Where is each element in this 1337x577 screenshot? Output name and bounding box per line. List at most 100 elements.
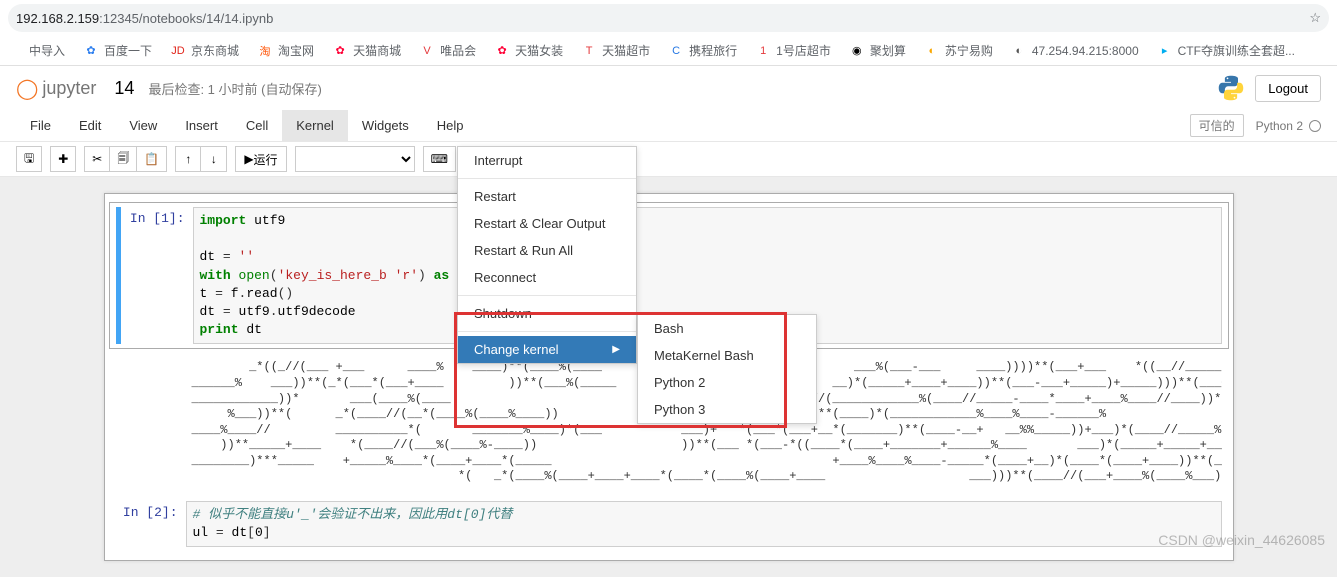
python-icon bbox=[1217, 74, 1245, 102]
run-button[interactable]: ▶ 运行 bbox=[235, 146, 286, 172]
submenu-python-3[interactable]: Python 3 bbox=[638, 396, 816, 423]
address-bar[interactable]: 192.168.2.159:12345/notebooks/14/14.ipyn… bbox=[8, 4, 1329, 32]
kernel-name-text: Python 2 bbox=[1256, 119, 1303, 133]
bookmark-label: 1号店超市 bbox=[776, 42, 831, 59]
bookmark-favicon bbox=[8, 43, 24, 59]
insert-cell-button[interactable]: ✚ bbox=[50, 146, 76, 172]
kernel-menu-restart-run-all[interactable]: Restart & Run All bbox=[458, 237, 636, 264]
bookmark-favicon: ▸ bbox=[1157, 43, 1173, 59]
bookmark-item[interactable]: ✿ 百度一下 bbox=[83, 42, 152, 59]
bookmark-label: 苏宁易购 bbox=[945, 42, 993, 59]
menu-edit[interactable]: Edit bbox=[65, 110, 115, 141]
menu-insert[interactable]: Insert bbox=[171, 110, 232, 141]
kernel-status-icon bbox=[1309, 120, 1321, 132]
toolbar: 🖫 ✚ ✂ 🗐 📋 ↑ ↓ ▶ 运行 ⌨ bbox=[0, 142, 1337, 177]
cut-button[interactable]: ✂ bbox=[84, 146, 110, 172]
menu-widgets[interactable]: Widgets bbox=[348, 110, 423, 141]
bookmark-star-icon[interactable]: ☆ bbox=[1309, 10, 1321, 26]
code-input[interactable]: # 似乎不能直接u'_'会验证不出来，因此用dt[0]代替ul = dt[0] bbox=[186, 501, 1222, 547]
bookmark-favicon: 淘 bbox=[257, 43, 273, 59]
submenu-python-2[interactable]: Python 2 bbox=[638, 369, 816, 396]
cell-type-select[interactable] bbox=[295, 146, 415, 172]
code-cell[interactable]: In [2]:# 似乎不能直接u'_'会验证不出来，因此用dt[0]代替ul =… bbox=[109, 496, 1229, 552]
bookmark-item[interactable]: ◐ 47.254.94.215:8000 bbox=[1011, 43, 1139, 59]
notebook-name[interactable]: 14 bbox=[114, 78, 134, 99]
jupyter-logo[interactable]: ◯ jupyter bbox=[16, 76, 96, 101]
change-kernel-submenu: BashMetaKernel BashPython 2Python 3 bbox=[637, 314, 817, 424]
move-down-button[interactable]: ↓ bbox=[201, 146, 227, 172]
kernel-menu-shutdown[interactable]: Shutdown bbox=[458, 300, 636, 327]
input-prompt: In [2]: bbox=[116, 501, 186, 547]
bookmark-favicon: V bbox=[419, 43, 435, 59]
bookmark-label: CTF夺旗训练全套超... bbox=[1178, 42, 1295, 59]
bookmark-label: 京东商城 bbox=[191, 42, 239, 59]
bookmark-label: 47.254.94.215:8000 bbox=[1032, 44, 1139, 58]
url-text: 192.168.2.159:12345/notebooks/14/14.ipyn… bbox=[16, 11, 1309, 26]
bookmark-item[interactable]: ✿ 天猫商城 bbox=[332, 42, 401, 59]
notebook-header: ◯ jupyter 14 最后检查: 1 小时前 (自动保存) Logout bbox=[0, 66, 1337, 110]
paste-button[interactable]: 📋 bbox=[137, 146, 167, 172]
bookmark-label: 百度一下 bbox=[104, 42, 152, 59]
command-palette-button[interactable]: ⌨ bbox=[423, 146, 456, 172]
bookmark-item[interactable]: V 唯品会 bbox=[419, 42, 476, 59]
menubar: FileEditViewInsertCellKernelWidgetsHelp … bbox=[0, 110, 1337, 142]
bookmark-item[interactable]: ◉ 聚划算 bbox=[849, 42, 906, 59]
bookmark-label: 天猫女装 bbox=[515, 42, 563, 59]
bookmark-favicon: T bbox=[581, 43, 597, 59]
kernel-dropdown-menu: InterruptRestartRestart & Clear OutputRe… bbox=[457, 146, 637, 364]
menu-cell[interactable]: Cell bbox=[232, 110, 282, 141]
bookmark-item[interactable]: C 携程旅行 bbox=[668, 42, 737, 59]
menu-view[interactable]: View bbox=[115, 110, 171, 141]
bookmark-favicon: ✿ bbox=[83, 43, 99, 59]
bookmark-label: 天猫超市 bbox=[602, 42, 650, 59]
bookmark-label: 中导入 bbox=[29, 42, 65, 59]
menu-divider bbox=[458, 178, 636, 179]
bookmark-item[interactable]: ✿ 天猫女装 bbox=[494, 42, 563, 59]
output-prompt bbox=[116, 356, 186, 489]
bookmark-label: 聚划算 bbox=[870, 42, 906, 59]
kernel-menu-change-kernel[interactable]: Change kernel▶ bbox=[458, 336, 636, 363]
menu-file[interactable]: File bbox=[16, 110, 65, 141]
bookmark-favicon: ◉ bbox=[849, 43, 865, 59]
trusted-indicator[interactable]: 可信的 bbox=[1190, 114, 1244, 137]
bookmark-item[interactable]: 中导入 bbox=[8, 42, 65, 59]
submenu-metakernel-bash[interactable]: MetaKernel Bash bbox=[638, 342, 816, 369]
checkpoint-text: 最后检查: 1 小时前 (自动保存) bbox=[148, 79, 321, 98]
kernel-menu-restart-clear-output[interactable]: Restart & Clear Output bbox=[458, 210, 636, 237]
kernel-menu-interrupt[interactable]: Interrupt bbox=[458, 147, 636, 174]
bookmark-label: 携程旅行 bbox=[689, 42, 737, 59]
save-button[interactable]: 🖫 bbox=[16, 146, 42, 172]
bookmark-item[interactable]: ▸ CTF夺旗训练全套超... bbox=[1157, 42, 1295, 59]
bookmark-item[interactable]: T 天猫超市 bbox=[581, 42, 650, 59]
bookmark-favicon: ◐ bbox=[924, 43, 940, 59]
bookmark-label: 唯品会 bbox=[440, 42, 476, 59]
bookmark-label: 淘宝网 bbox=[278, 42, 314, 59]
bookmark-item[interactable]: 淘淘宝网 bbox=[257, 42, 314, 59]
bookmark-favicon: ✿ bbox=[332, 43, 348, 59]
kernel-indicator: Python 2 bbox=[1256, 119, 1321, 133]
logout-button[interactable]: Logout bbox=[1255, 75, 1321, 102]
copy-button[interactable]: 🗐 bbox=[110, 146, 137, 172]
input-prompt: In [1]: bbox=[123, 207, 193, 344]
bookmark-favicon: 1 bbox=[755, 43, 771, 59]
move-up-button[interactable]: ↑ bbox=[175, 146, 201, 172]
menu-kernel[interactable]: Kernel bbox=[282, 110, 348, 141]
jupyter-logo-text: jupyter bbox=[42, 78, 96, 99]
bookmark-item[interactable]: JD 京东商城 bbox=[170, 42, 239, 59]
kernel-menu-restart[interactable]: Restart bbox=[458, 183, 636, 210]
jupyter-logo-icon: ◯ bbox=[16, 76, 38, 101]
bookmark-item[interactable]: 1 1号店超市 bbox=[755, 42, 831, 59]
submenu-bash[interactable]: Bash bbox=[638, 315, 816, 342]
kernel-menu-reconnect[interactable]: Reconnect bbox=[458, 264, 636, 291]
bookmark-favicon: ◐ bbox=[1011, 43, 1027, 59]
bookmark-item[interactable]: ◐ 苏宁易购 bbox=[924, 42, 993, 59]
menu-divider bbox=[458, 331, 636, 332]
bookmarks-bar: 中导入 ✿ 百度一下 JD 京东商城 淘淘宝网 ✿ 天猫商城 V 唯品会 ✿ 天猫女装 T 天猫超市 C 携程… bbox=[0, 36, 1337, 66]
menu-divider bbox=[458, 295, 636, 296]
submenu-arrow-icon: ▶ bbox=[612, 344, 620, 355]
bookmark-favicon: ✿ bbox=[494, 43, 510, 59]
bookmark-favicon: C bbox=[668, 43, 684, 59]
bookmark-favicon: JD bbox=[170, 43, 186, 59]
bookmark-label: 天猫商城 bbox=[353, 42, 401, 59]
menu-help[interactable]: Help bbox=[423, 110, 478, 141]
